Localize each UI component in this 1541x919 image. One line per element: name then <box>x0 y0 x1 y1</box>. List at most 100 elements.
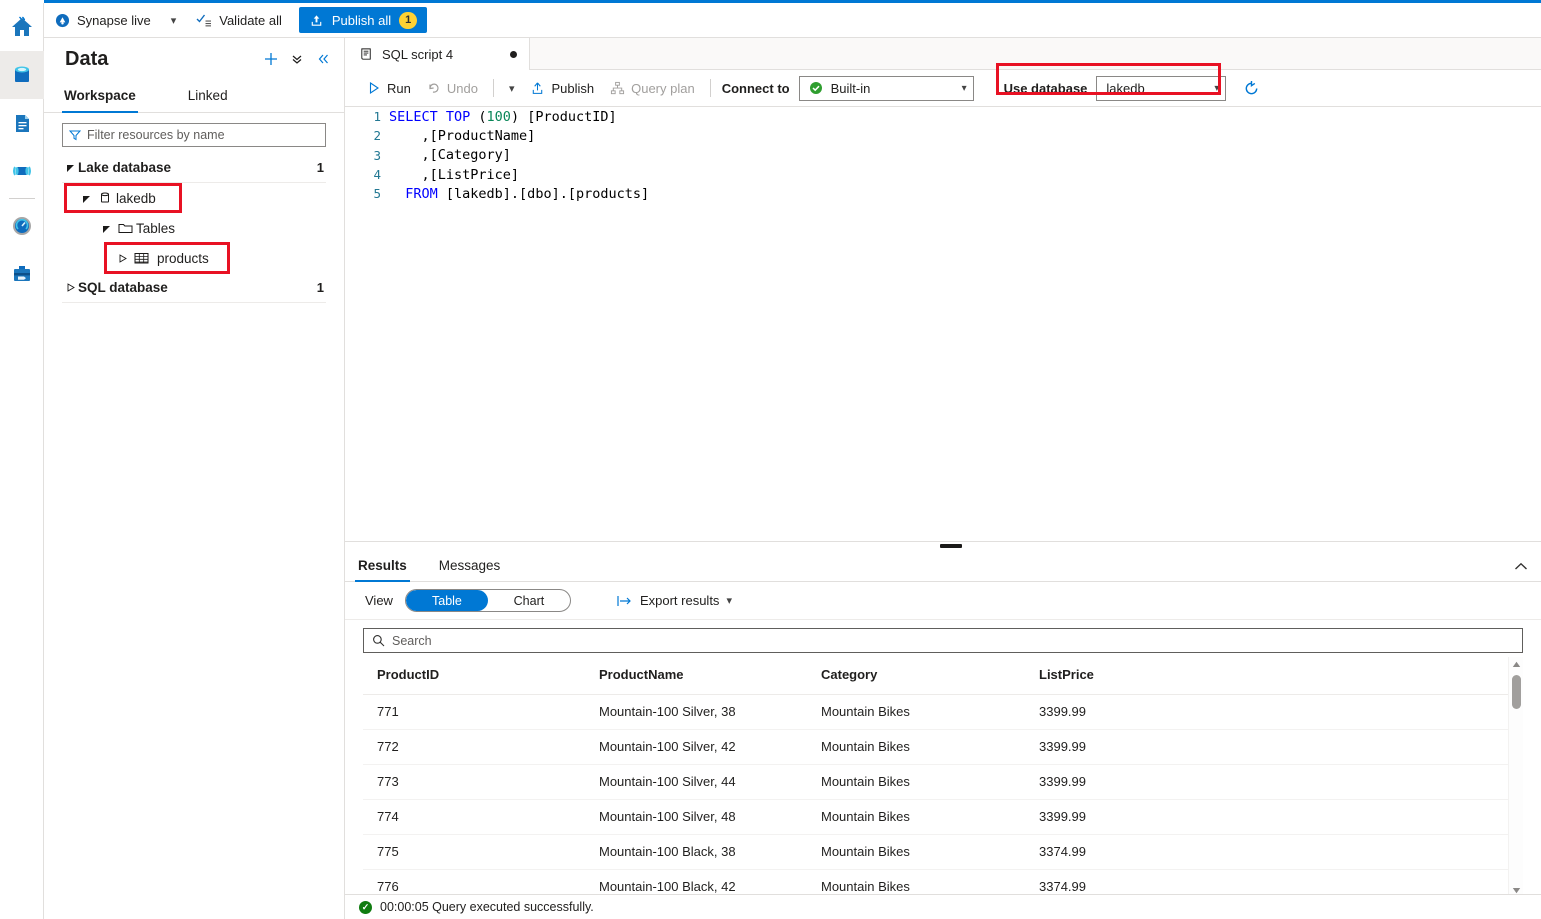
code-line-text: SELECT TOP (100) [ProductID] <box>389 108 617 125</box>
rail-item-data[interactable] <box>0 51 44 99</box>
rail-item-manage[interactable] <box>0 250 44 298</box>
chevron-collapsed-icon[interactable] <box>62 283 78 292</box>
use-database-dropdown[interactable]: lakedb ▾ <box>1096 75 1227 101</box>
connect-to-label: Connect to <box>721 80 790 96</box>
filter-container <box>44 113 344 153</box>
rail-item-monitor[interactable] <box>0 202 44 250</box>
cell-productname: Mountain-100 Black, 38 <box>585 834 807 870</box>
results-vertical-scrollbar[interactable] <box>1508 657 1523 897</box>
run-button[interactable]: Run <box>359 75 419 101</box>
undo-button[interactable]: Undo <box>419 75 486 101</box>
page-title: Data <box>65 47 109 70</box>
table-row[interactable]: 774 Mountain-100 Silver, 48 Mountain Bik… <box>363 799 1508 835</box>
tree-node-products[interactable]: products <box>62 243 326 273</box>
cell-category: Mountain Bikes <box>807 799 1025 835</box>
view-mode-table-label: Table <box>432 593 462 608</box>
tree-node-sql-database[interactable]: SQL database 1 <box>62 273 326 303</box>
mode-dropdown-caret-icon[interactable]: ▾ <box>162 14 186 27</box>
double-chevron-down-icon[interactable] <box>284 46 310 72</box>
tab-messages[interactable]: Messages <box>436 552 504 581</box>
rail-item-integrate[interactable] <box>0 147 44 195</box>
code-line-text: ,[ListPrice] <box>389 166 520 183</box>
chevron-down-icon[interactable]: ▾ <box>1214 83 1219 94</box>
filter-input[interactable] <box>87 128 319 142</box>
scroll-up-arrow-icon[interactable] <box>1509 657 1524 671</box>
splitter-grip[interactable] <box>940 544 962 548</box>
table-row[interactable]: 773 Mountain-100 Silver, 44 Mountain Bik… <box>363 764 1508 800</box>
chevron-down-icon[interactable]: ▾ <box>962 83 967 94</box>
tab-linked-label: Linked <box>187 88 228 103</box>
cell-category: Mountain Bikes <box>807 729 1025 765</box>
synapse-live-mode-button[interactable]: Synapse live <box>44 3 162 38</box>
tab-linked[interactable]: Linked <box>186 80 230 112</box>
publish-label: Publish <box>551 80 595 96</box>
cell-productid: 771 <box>363 694 585 730</box>
connect-to-dropdown[interactable]: Built-in ▾ <box>798 75 974 101</box>
tree-node-label: Tables <box>136 220 176 236</box>
filter-box[interactable] <box>62 123 326 147</box>
table-row[interactable]: 775 Mountain-100 Black, 38 Mountain Bike… <box>363 834 1508 870</box>
table-row[interactable]: 771 Mountain-100 Silver, 38 Mountain Bik… <box>363 694 1508 730</box>
toolbox-icon <box>10 262 34 286</box>
column-header-productname[interactable]: ProductName <box>585 657 807 695</box>
editor-tabstrip: SQL script 4 <box>345 38 1541 70</box>
chevron-collapsed-icon[interactable] <box>114 253 130 263</box>
table-row[interactable]: 772 Mountain-100 Silver, 42 Mountain Bik… <box>363 729 1508 765</box>
use-database-label: Use database <box>1003 80 1088 96</box>
editor-area: SQL script 4 Run Undo ▾ Publish Query pl… <box>345 38 1541 919</box>
publish-button[interactable]: Publish <box>522 75 602 101</box>
results-search-box[interactable] <box>363 628 1523 653</box>
validate-all-button[interactable]: Validate all <box>185 3 293 38</box>
scrollbar-thumb[interactable] <box>1512 675 1521 709</box>
undo-icon <box>427 81 441 95</box>
chevron-expanded-icon[interactable] <box>62 163 78 172</box>
column-header-listprice[interactable]: ListPrice <box>1025 657 1508 695</box>
editor-results-splitter[interactable] <box>345 541 1541 549</box>
tree-node-tables[interactable]: Tables <box>62 213 326 243</box>
left-nav-rail: » <box>0 3 44 919</box>
export-results-button[interactable]: Export results ▾ <box>611 589 738 613</box>
column-header-productid[interactable]: ProductID <box>363 657 585 695</box>
chevron-up-icon[interactable] <box>1509 555 1533 577</box>
line-number: 2 <box>373 128 381 144</box>
line-number: 4 <box>373 167 381 183</box>
column-header-category[interactable]: Category <box>807 657 1025 695</box>
chevron-down-icon[interactable]: ▾ <box>726 594 732 607</box>
results-toolbar: View Table Chart Export results ▾ <box>345 582 1541 620</box>
sql-code-editor[interactable]: 1 SELECT TOP (100) [ProductID] 2 ,[Produ… <box>345 107 1541 541</box>
tree-node-lakedb[interactable]: lakedb <box>62 183 326 213</box>
rail-item-develop[interactable] <box>0 99 44 147</box>
table-icon <box>130 251 152 265</box>
plus-icon[interactable] <box>258 46 284 72</box>
publish-all-button[interactable]: Publish all 1 <box>298 7 428 33</box>
refresh-icon[interactable] <box>1236 73 1266 103</box>
tree-node-label: products <box>157 250 209 266</box>
results-search-input[interactable] <box>392 633 1514 648</box>
view-mode-chart[interactable]: Chart <box>488 590 570 611</box>
code-line-text: FROM [lakedb].[dbo].[products] <box>405 185 650 202</box>
cell-category: Mountain Bikes <box>807 694 1025 730</box>
more-commands-caret-icon[interactable]: ▾ <box>501 75 523 101</box>
results-table: ProductID ProductName Category ListPrice… <box>363 657 1508 919</box>
publish-icon <box>530 81 545 96</box>
editor-tab-sql-script-4[interactable]: SQL script 4 <box>345 38 530 70</box>
tab-results[interactable]: Results <box>355 552 410 582</box>
home-icon <box>10 15 34 39</box>
tab-workspace[interactable]: Workspace <box>62 80 138 113</box>
view-mode-table[interactable]: Table <box>405 590 488 611</box>
tree-node-lake-database[interactable]: Lake database 1 <box>62 153 326 183</box>
chevron-expanded-icon[interactable] <box>78 194 94 203</box>
query-plan-button[interactable]: Query plan <box>602 75 703 101</box>
cell-productid: 775 <box>363 834 585 870</box>
tab-results-label: Results <box>358 558 407 573</box>
sql-script-icon <box>359 47 374 62</box>
rail-item-home[interactable] <box>0 3 44 51</box>
code-line-text: ,[Category] <box>389 147 511 164</box>
cell-productname: Mountain-100 Silver, 48 <box>585 799 807 835</box>
query-plan-label: Query plan <box>631 80 695 96</box>
view-mode-toggle: Table Chart <box>404 589 571 612</box>
pipeline-icon <box>10 159 34 183</box>
cell-productid: 774 <box>363 799 585 835</box>
double-chevron-left-icon[interactable] <box>310 46 336 72</box>
chevron-expanded-icon[interactable] <box>98 224 114 233</box>
